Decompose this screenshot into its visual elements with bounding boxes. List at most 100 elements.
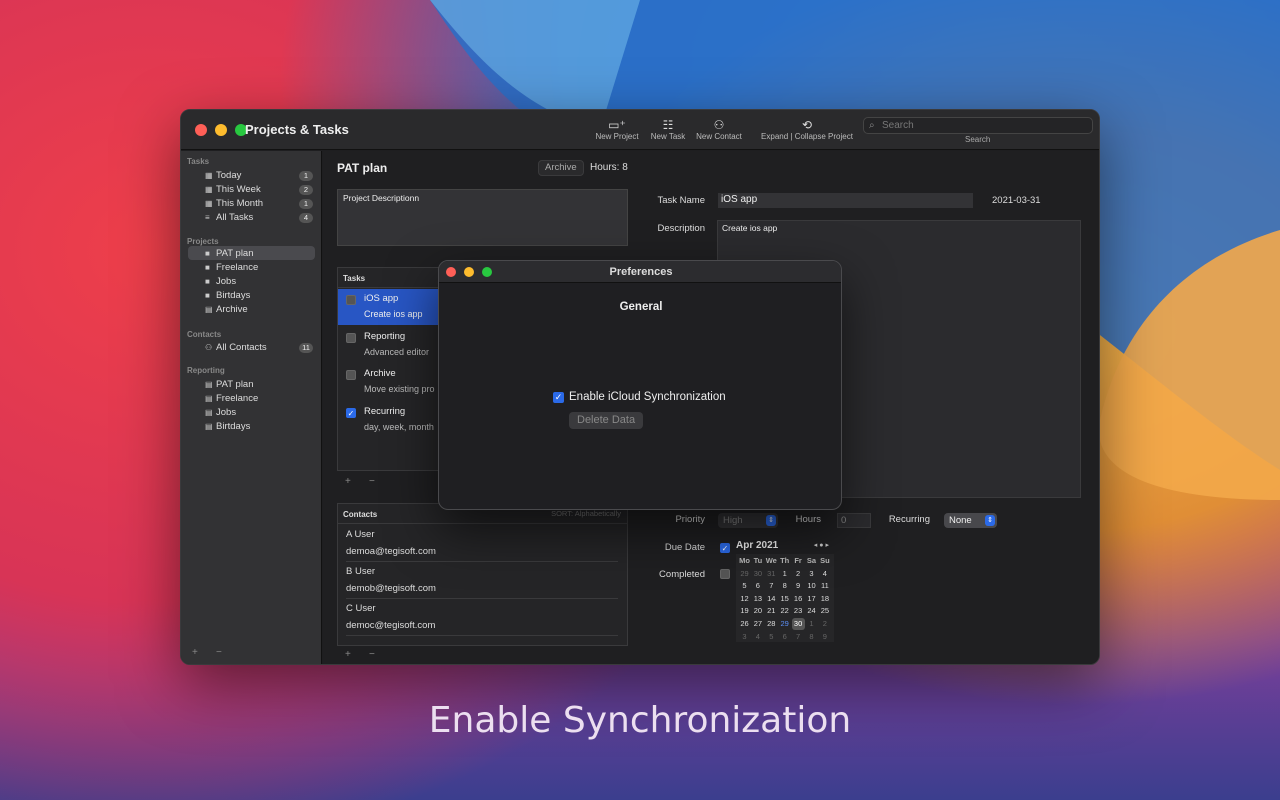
calendar-day[interactable]: 20	[751, 605, 764, 617]
new-task-button[interactable]: ☷ New Task	[647, 118, 689, 141]
calendar-day[interactable]: 15	[778, 593, 791, 605]
task-checkbox[interactable]	[346, 370, 356, 380]
priority-select[interactable]: High ⇕	[718, 513, 778, 528]
contact-row[interactable]: C User democ@tegisoft.com	[346, 598, 618, 636]
sidebar-section-contacts: Contacts	[187, 330, 222, 339]
close-button[interactable]	[195, 124, 207, 136]
calendar-day[interactable]: 13	[751, 593, 764, 605]
archive-button[interactable]: Archive	[538, 160, 584, 176]
calendar-day[interactable]: 12	[738, 593, 751, 605]
date-picker[interactable]: Apr 2021 ◂●▸ Mo Tu We Th Fr Sa Su 29 30 31 1 2 3 4 5 6 7…	[736, 540, 834, 643]
sidebar-item-today[interactable]: ▦ Today 1	[205, 169, 315, 183]
sort-menu[interactable]: SORT: Alphabetically	[551, 509, 621, 518]
calendar-day[interactable]: 27	[751, 618, 764, 630]
task-add-button[interactable]: +	[345, 476, 351, 487]
contact-name: C User	[346, 603, 376, 614]
calendar-day[interactable]: 22	[778, 605, 791, 617]
delete-data-button[interactable]: Delete Data	[569, 412, 644, 429]
calendar-day[interactable]: 30	[751, 568, 764, 580]
contact-row[interactable]: B User demob@tegisoft.com	[346, 561, 618, 599]
preferences-dialog: Preferences General ✓ Enable iCloud Sync…	[438, 260, 842, 510]
calendar-day[interactable]: 6	[778, 631, 791, 643]
calendar-day[interactable]: 28	[765, 618, 778, 630]
new-project-button[interactable]: ▭⁺ New Project	[593, 118, 641, 141]
expand-collapse-button[interactable]: ⟲ Expand | Collapse Project	[757, 118, 857, 141]
calendar-day[interactable]: 17	[805, 593, 818, 605]
sidebar-item-project-pat-plan[interactable]: ■ PAT plan	[205, 247, 315, 261]
project-description-field[interactable]: Project Descriptionn	[337, 189, 628, 246]
sidebar-item-archive[interactable]: ▤ Archive	[205, 303, 315, 317]
calendar-day[interactable]: 25	[818, 605, 831, 617]
task-checkbox[interactable]	[346, 333, 356, 343]
task-remove-button[interactable]: −	[369, 476, 375, 487]
contact-remove-button[interactable]: −	[369, 649, 375, 660]
sidebar-item-all-tasks[interactable]: ≡ All Tasks 4	[205, 211, 315, 225]
calendar-day[interactable]: 29	[738, 568, 751, 580]
icloud-sync-label[interactable]: Enable iCloud Synchronization	[569, 391, 726, 403]
sidebar-item-report-pat-plan[interactable]: ▤ PAT plan	[205, 378, 315, 392]
calendar-day[interactable]: 4	[818, 568, 831, 580]
calendar-day[interactable]: 1	[778, 568, 791, 580]
calendar-day[interactable]: 8	[805, 631, 818, 643]
completed-label: Completed	[659, 569, 705, 580]
calendar-day[interactable]: 4	[751, 631, 764, 643]
sidebar-remove-button[interactable]: −	[216, 647, 222, 658]
calendar-day[interactable]: 1	[805, 618, 818, 630]
sidebar-item-project-jobs[interactable]: ■ Jobs	[205, 275, 315, 289]
calendar-day[interactable]: 31	[765, 568, 778, 580]
calendar-day[interactable]: 3	[805, 568, 818, 580]
calendar-day[interactable]: 29	[778, 618, 791, 630]
sidebar-item-project-freelance[interactable]: ■ Freelance	[205, 261, 315, 275]
calendar-day[interactable]: 2	[792, 568, 805, 580]
sidebar-item-all-contacts[interactable]: ⚇ All Contacts 11	[205, 341, 315, 355]
calendar-day[interactable]: 5	[738, 580, 751, 592]
calendar-day[interactable]: 10	[805, 580, 818, 592]
calendar-day[interactable]: 11	[818, 580, 831, 592]
calendar-day[interactable]: 14	[765, 593, 778, 605]
hours-field[interactable]: 0	[837, 513, 871, 528]
sidebar-item-project-birtdays[interactable]: ■ Birtdays	[205, 289, 315, 303]
contact-add-button[interactable]: +	[345, 649, 351, 660]
calendar-day[interactable]: 18	[818, 593, 831, 605]
task-checkbox[interactable]: ✓	[346, 408, 356, 418]
calendar-day[interactable]: 30	[791, 618, 805, 630]
calendar-day[interactable]: 6	[751, 580, 764, 592]
due-date-checkbox[interactable]: ✓	[720, 543, 730, 553]
sidebar-item-report-birtdays[interactable]: ▤ Birtdays	[205, 420, 315, 434]
contact-email: democ@tegisoft.com	[346, 620, 436, 631]
calendar-day[interactable]: 9	[818, 631, 831, 643]
minimize-button[interactable]	[215, 124, 227, 136]
calendar-nav[interactable]: ◂●▸	[814, 541, 831, 549]
chevron-updown-icon: ⇕	[985, 515, 995, 526]
task-name-label: Task Name	[657, 195, 705, 206]
calendar-day[interactable]: 8	[778, 580, 791, 592]
task-subtitle: Create ios app	[364, 309, 423, 319]
calendar-day[interactable]: 16	[792, 593, 805, 605]
calendar-day[interactable]: 19	[738, 605, 751, 617]
sidebar-item-report-jobs[interactable]: ▤ Jobs	[205, 406, 315, 420]
recurring-select[interactable]: None ⇕	[944, 513, 997, 528]
completed-checkbox[interactable]	[720, 569, 730, 579]
calendar-day[interactable]: 9	[792, 580, 805, 592]
calendar-day[interactable]: 23	[792, 605, 805, 617]
calendar-day[interactable]: 21	[765, 605, 778, 617]
sidebar-item-report-freelance[interactable]: ▤ Freelance	[205, 392, 315, 406]
task-name-field[interactable]: iOS app	[718, 193, 973, 208]
icloud-sync-checkbox[interactable]: ✓	[553, 392, 564, 403]
calendar-day[interactable]: 3	[738, 631, 751, 643]
sidebar-item-this-week[interactable]: ▦ This Week 2	[205, 183, 315, 197]
sidebar-item-this-month[interactable]: ▦ This Month 1	[205, 197, 315, 211]
search-input[interactable]: ⌕ Search	[863, 117, 1093, 134]
task-checkbox[interactable]	[346, 295, 356, 305]
calendar-day[interactable]: 26	[738, 618, 751, 630]
expand-collapse-icon: ⟲	[801, 118, 813, 132]
sidebar-add-button[interactable]: +	[192, 647, 198, 658]
new-contact-button[interactable]: ⚇ New Contact	[693, 118, 745, 141]
count-badge: 4	[299, 213, 313, 223]
calendar-day[interactable]: 7	[765, 580, 778, 592]
calendar-day[interactable]: 2	[818, 618, 831, 630]
contact-row[interactable]: A User demoa@tegisoft.com	[346, 524, 618, 562]
calendar-day[interactable]: 24	[805, 605, 818, 617]
calendar-day[interactable]: 7	[792, 631, 805, 643]
calendar-day[interactable]: 5	[765, 631, 778, 643]
